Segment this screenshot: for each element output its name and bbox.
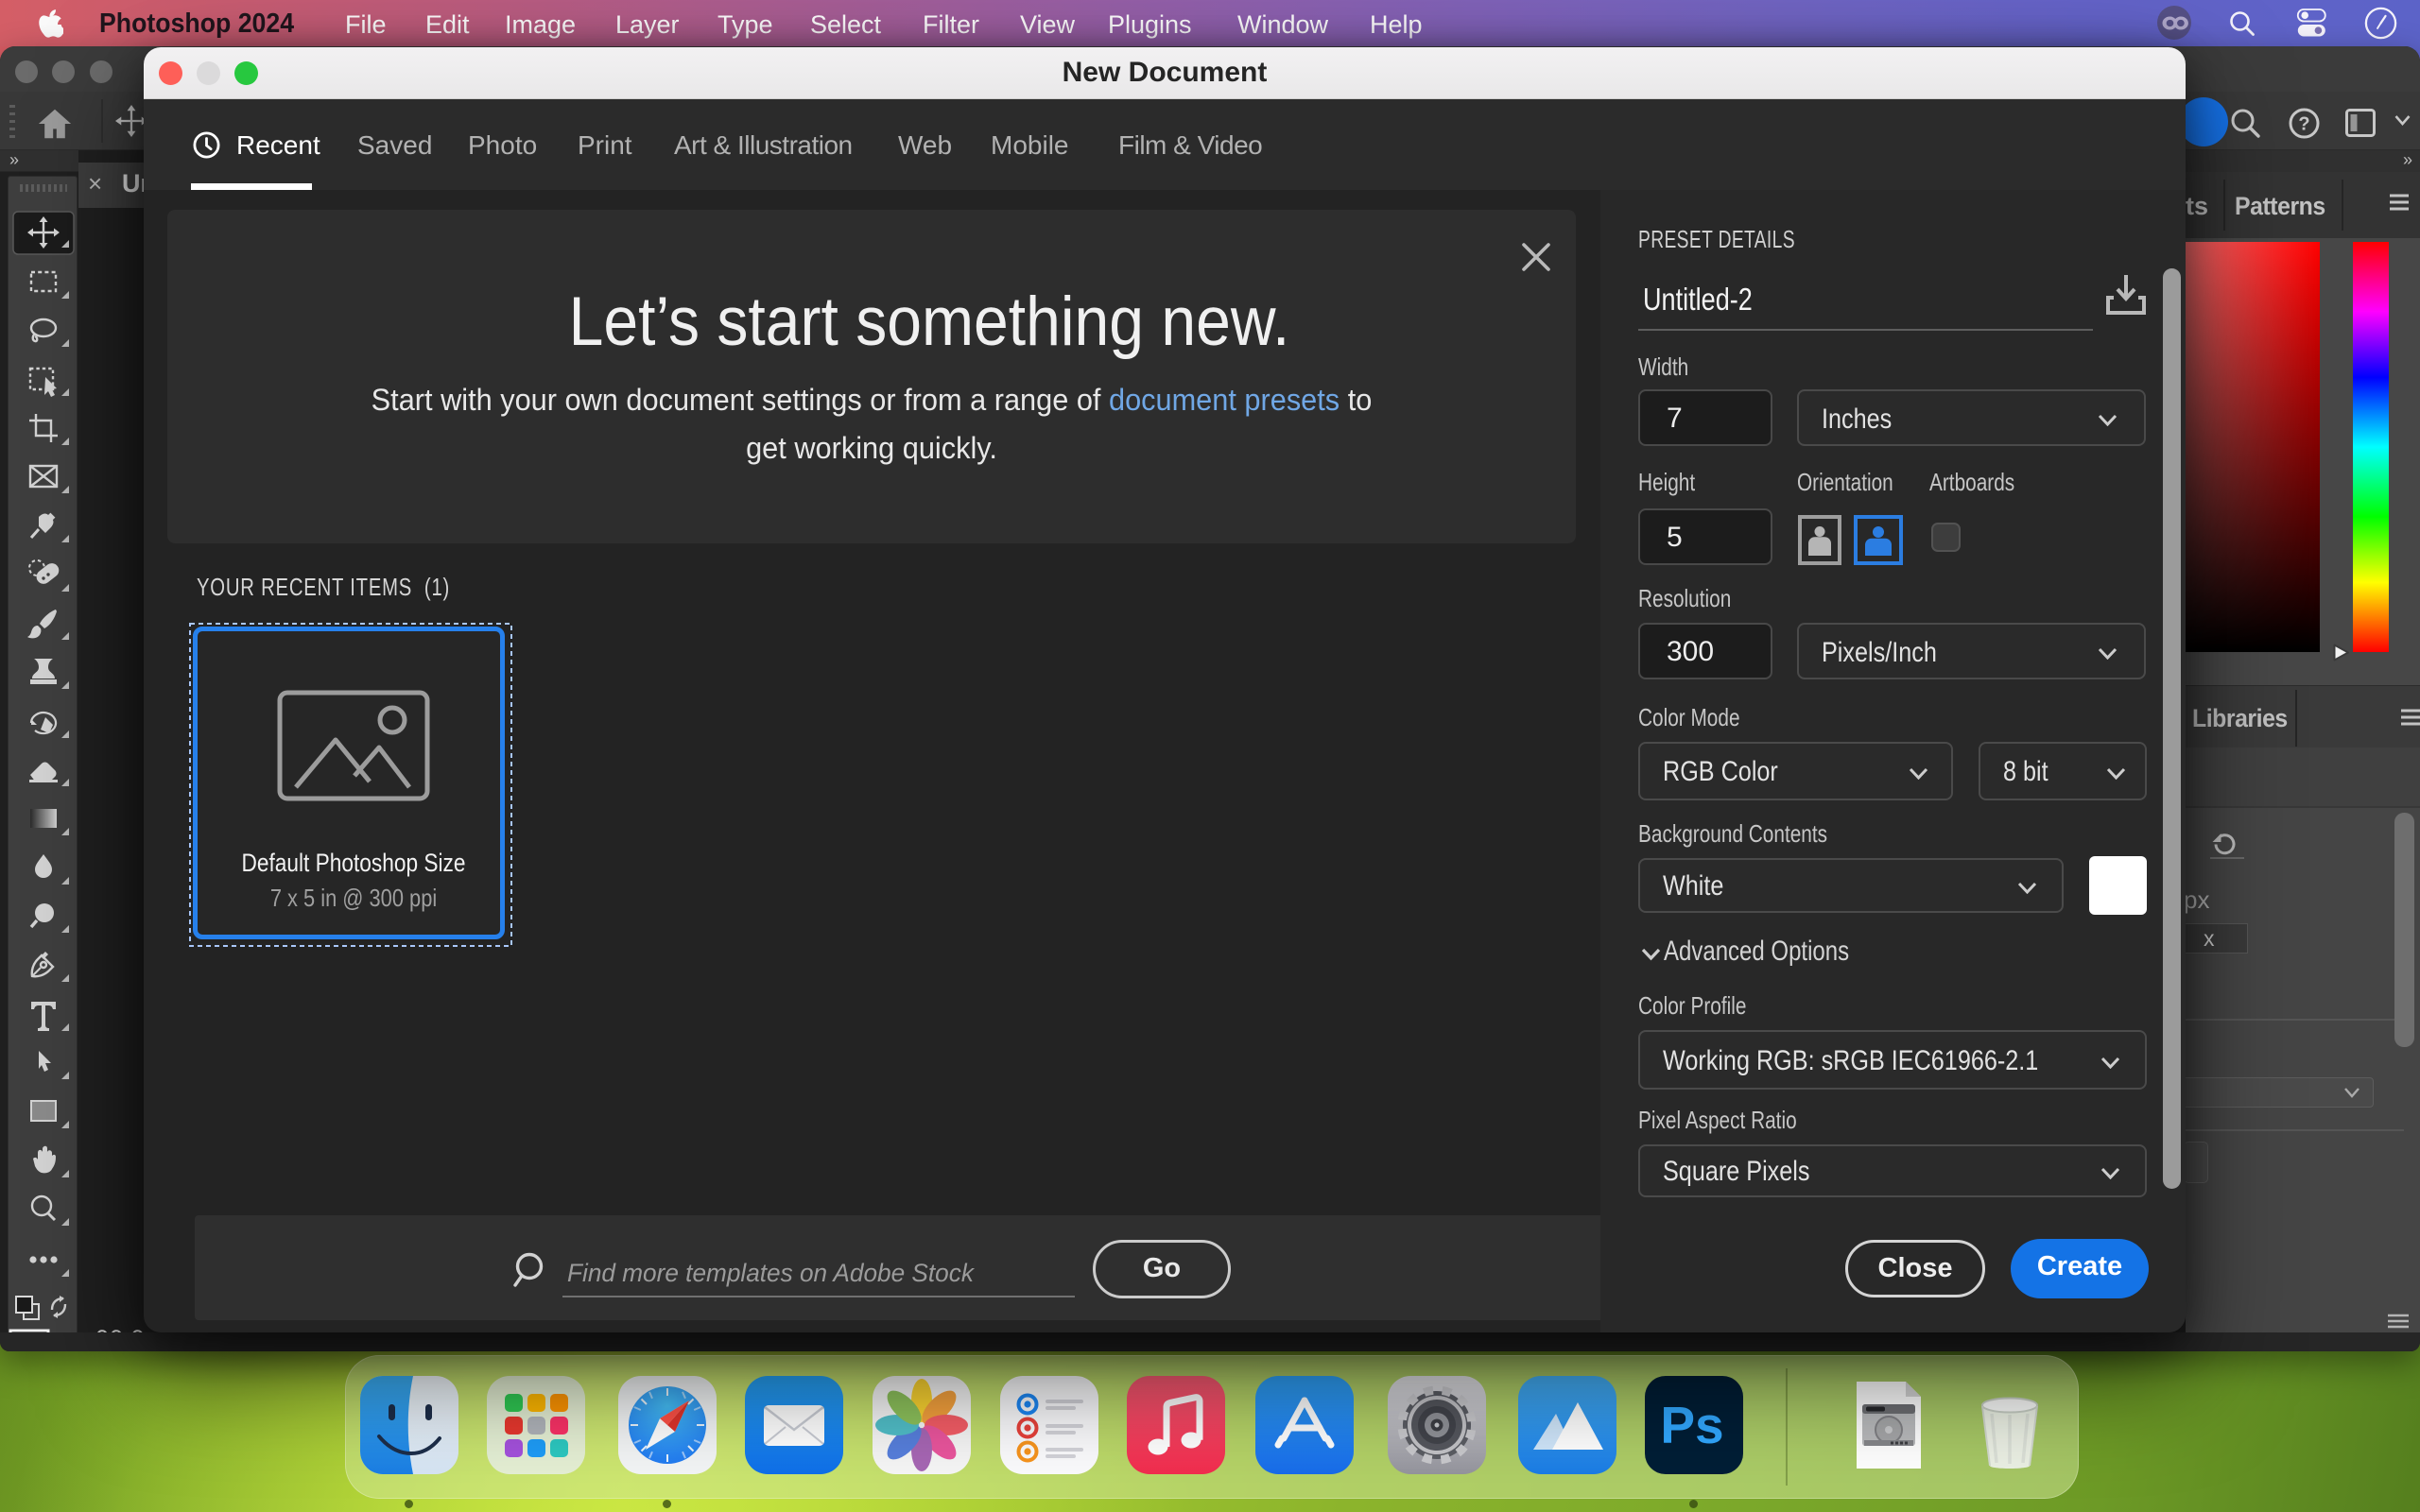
svg-text:Ps: Ps <box>1660 1396 1723 1454</box>
svg-text:?: ? <box>2298 114 2309 135</box>
